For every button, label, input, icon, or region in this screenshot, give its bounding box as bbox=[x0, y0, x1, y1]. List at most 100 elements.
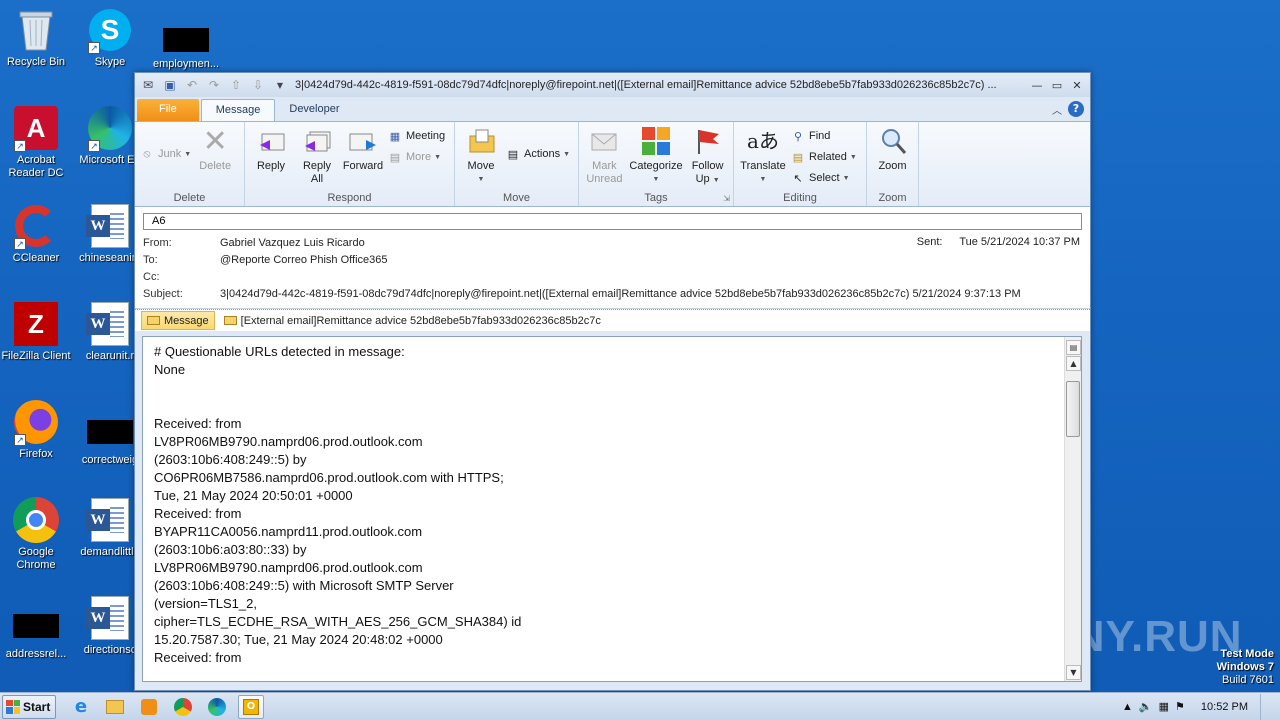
attachment-message-tab[interactable]: Message bbox=[141, 311, 215, 330]
shortcut-arrow-icon: ↗ bbox=[88, 42, 100, 54]
subject-label: Subject: bbox=[143, 287, 183, 300]
desktop-icon-employmen[interactable]: employmen... bbox=[148, 16, 224, 71]
close-icon[interactable]: ✕ bbox=[1068, 77, 1086, 93]
shortcut-arrow-icon: ↗ bbox=[14, 140, 26, 152]
body-line: # Questionable URLs detected in message: bbox=[154, 344, 405, 359]
to-value[interactable]: @Reporte Correo Phish Office365 bbox=[220, 254, 1082, 266]
ribbon-tabs: File Message Developer ︿ ? bbox=[135, 97, 1090, 121]
group-label-respond: Respond bbox=[327, 192, 372, 204]
down-arrow-icon[interactable]: ⇩ bbox=[249, 76, 267, 94]
redo-icon[interactable]: ↷ bbox=[205, 76, 223, 94]
sent-info: Sent: Tue 5/21/2024 10:37 PM bbox=[917, 236, 1080, 248]
translate-label: Translate bbox=[740, 160, 786, 172]
tab-message[interactable]: Message bbox=[200, 99, 276, 121]
scroll-options-icon[interactable]: ▤ bbox=[1066, 340, 1081, 355]
group-label-delete: Delete bbox=[173, 192, 206, 204]
save-icon[interactable]: ▣ bbox=[161, 76, 179, 94]
desktop-icon-label: Acrobat Reader DC bbox=[8, 154, 64, 179]
translate-icon: aあ bbox=[747, 128, 779, 153]
reply-all-icon bbox=[301, 125, 333, 157]
test-mode-line3: Build 7601 bbox=[1222, 674, 1274, 686]
chrome-taskbar-icon[interactable] bbox=[170, 695, 196, 719]
maximize-icon[interactable]: ▭ bbox=[1048, 77, 1066, 93]
action-center-flag-icon[interactable]: ⚑ bbox=[1175, 700, 1185, 713]
show-desktop-button[interactable] bbox=[1260, 693, 1272, 720]
related-button[interactable]: ▤ Related ▼ bbox=[790, 148, 857, 166]
desktop-icon-label: FileZilla Client bbox=[1, 350, 71, 362]
junk-button[interactable]: ⦸ Junk ▼ bbox=[139, 145, 191, 163]
skype-icon: S ↗ bbox=[86, 6, 134, 54]
reply-label: Reply bbox=[256, 160, 286, 172]
scroll-down-arrow-icon[interactable]: ▼ bbox=[1066, 665, 1081, 680]
desktop-icon-addressrel[interactable]: addressrel... bbox=[0, 604, 74, 661]
scroll-up-arrow-icon[interactable]: ▲ bbox=[1066, 356, 1081, 371]
desktop-icon-firefox[interactable]: ↗ Firefox bbox=[0, 398, 74, 461]
attachment-bar: Message [External email]Remittance advic… bbox=[135, 309, 1090, 331]
taskbar-clock[interactable]: 10:52 PM bbox=[1201, 701, 1248, 713]
desktop-icon-skype[interactable]: S ↗ Skype bbox=[72, 6, 148, 69]
related-label: Related bbox=[809, 151, 847, 163]
start-button[interactable]: Start bbox=[2, 694, 56, 719]
title-bar: ✉ ▣ ↶ ↷ ⇧ ⇩ ▼ 3|0424d79d-442c-4819-f591-… bbox=[135, 73, 1090, 97]
scroll-thumb[interactable] bbox=[1066, 381, 1080, 437]
up-arrow-icon[interactable]: ⇧ bbox=[227, 76, 245, 94]
desktop-icon-chrome[interactable]: Google Chrome bbox=[0, 496, 74, 572]
body-line: CO6PR06MB7586.namprd06.prod.outlook.com … bbox=[154, 470, 504, 485]
forward-label: Forward bbox=[342, 160, 384, 172]
junk-icon: ⦸ bbox=[143, 147, 151, 160]
customize-toolbar-icon[interactable]: ▼ bbox=[271, 76, 289, 94]
desktop-icon-acrobat[interactable]: A ↗ Acrobat Reader DC bbox=[0, 104, 74, 180]
firefox-icon: ↗ bbox=[12, 398, 60, 446]
select-button[interactable]: ↖ Select ▼ bbox=[790, 169, 857, 187]
attachment-email-item[interactable]: [External email]Remittance advice 52bd8e… bbox=[219, 311, 606, 330]
body-line: None bbox=[154, 362, 186, 377]
undo-icon[interactable]: ↶ bbox=[183, 76, 201, 94]
meeting-button[interactable]: ▦ Meeting bbox=[387, 127, 445, 145]
body-line: LV8PR06MB9790.namprd06.prod.outlook.com bbox=[154, 434, 423, 449]
body-line: Tue, 21 May 2024 20:50:01 +0000 bbox=[154, 488, 353, 503]
find-button[interactable]: ⚲ Find bbox=[790, 127, 857, 145]
body-line bbox=[154, 379, 1059, 397]
collapse-ribbon-icon[interactable]: ︿ bbox=[1052, 102, 1062, 117]
message-header: A6 From: Gabriel Vazquez Luis Ricardo To… bbox=[135, 207, 1090, 309]
test-mode-line1: Test Mode bbox=[1220, 648, 1274, 660]
body-line: Received: from bbox=[154, 416, 242, 431]
desktop-icon-label: Firefox bbox=[19, 448, 53, 460]
network-icon[interactable]: ▦ bbox=[1159, 700, 1169, 713]
actions-button[interactable]: ▤ Actions ▼ bbox=[505, 145, 570, 163]
help-icon[interactable]: ? bbox=[1068, 101, 1084, 117]
tab-file[interactable]: File bbox=[137, 99, 199, 121]
group-label-zoom: Zoom bbox=[878, 192, 907, 204]
desktop-icon-ccleaner[interactable]: ↗ CCleaner bbox=[0, 202, 74, 265]
media-player-icon[interactable] bbox=[136, 695, 162, 719]
test-mode-notice: Test Mode Windows 7 Build 7601 bbox=[1217, 648, 1274, 687]
desktop-icon-recycle-bin[interactable]: Recycle Bin bbox=[0, 6, 74, 69]
tray-expand-icon[interactable]: ▲ bbox=[1122, 701, 1133, 713]
message-body[interactable]: # Questionable URLs detected in message:… bbox=[142, 336, 1082, 682]
tab-developer[interactable]: Developer bbox=[275, 99, 353, 121]
desktop-icon-filezilla[interactable]: Z FileZilla Client bbox=[0, 300, 74, 363]
system-tray: ▲ 🔈 ▦ ⚑ 10:52 PM bbox=[1122, 693, 1280, 720]
desktop-icon-label: Skype bbox=[94, 56, 126, 68]
reply-icon bbox=[255, 125, 287, 157]
more-respond-button[interactable]: ▤ More ▼ bbox=[387, 148, 445, 166]
body-line: (version=TLS1_2, bbox=[154, 596, 257, 611]
body-line: (2603:10b6:408:249::5) with Microsoft SM… bbox=[154, 578, 454, 593]
minimize-icon[interactable]: — bbox=[1028, 77, 1046, 93]
word-document-icon: W bbox=[86, 496, 134, 544]
vertical-scrollbar[interactable]: ▤ ▲ ▼ bbox=[1064, 337, 1081, 681]
file-explorer-icon[interactable] bbox=[102, 695, 128, 719]
group-editing: aあ Translate ▼ ⚲ Find ▤ Related ▼ ↖ Selec… bbox=[734, 122, 867, 206]
body-line: LV8PR06MB9790.namprd06.prod.outlook.com bbox=[154, 560, 423, 575]
edge-taskbar-icon[interactable] bbox=[204, 695, 230, 719]
group-respond: Reply Reply All Forward ▦ Meeting ▤ More… bbox=[245, 122, 455, 206]
internet-explorer-icon[interactable]: e bbox=[68, 695, 94, 719]
dialog-launcher-icon[interactable]: ⇲ bbox=[723, 194, 730, 203]
outlook-taskbar-icon[interactable]: O bbox=[238, 694, 264, 719]
find-label: Find bbox=[809, 130, 831, 142]
speaker-icon[interactable]: 🔈 bbox=[1139, 700, 1153, 713]
binoculars-icon: ⚲ bbox=[793, 130, 803, 143]
info-bar[interactable]: A6 bbox=[143, 213, 1082, 230]
desktop-icon-label: employmen... bbox=[152, 58, 220, 70]
word-document-icon: W bbox=[86, 594, 134, 642]
